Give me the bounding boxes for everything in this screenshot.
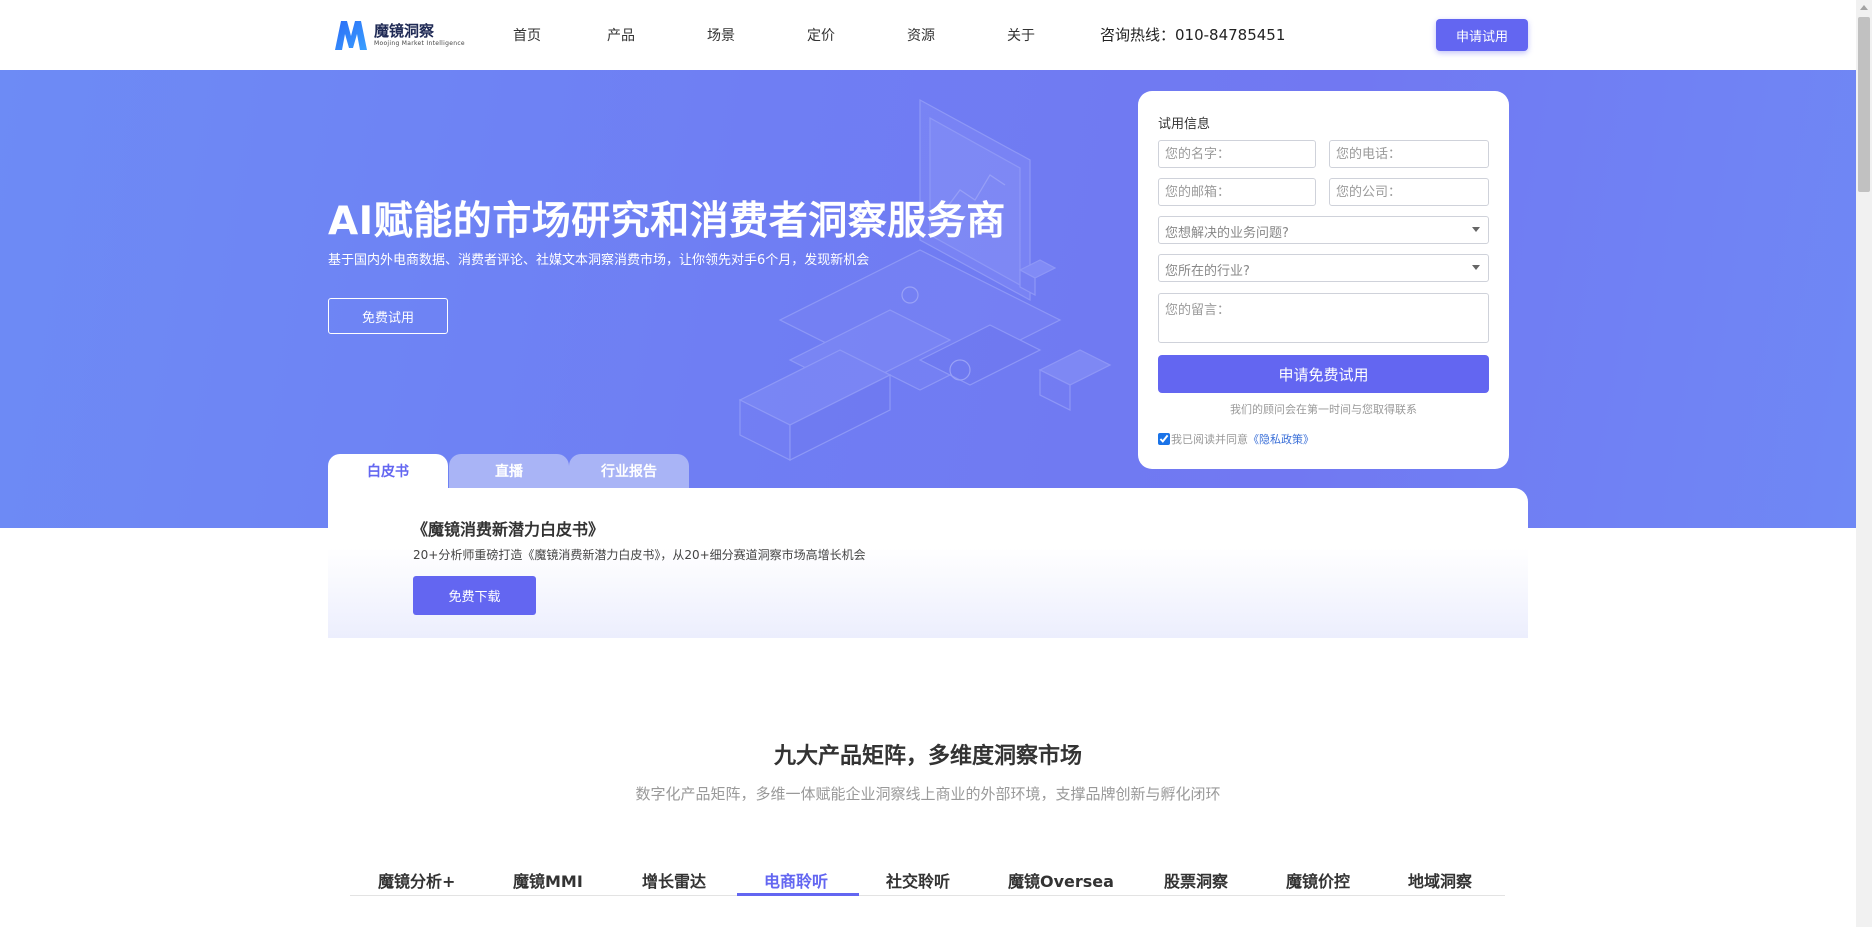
product-tab-social-listening[interactable]: 社交聆听 [886, 868, 950, 892]
agree-checkbox[interactable] [1158, 433, 1170, 445]
business-problem-value: 您想解决的业务问题? [1165, 226, 1289, 241]
industry-value: 您所在的行业? [1165, 264, 1250, 279]
product-tab-active-indicator [737, 893, 859, 896]
phone-input[interactable] [1329, 140, 1489, 168]
product-tab-price-control[interactable]: 魔镜价控 [1286, 868, 1350, 892]
logo-name: 魔镜洞察 [374, 22, 435, 40]
brand-logo[interactable]: 魔镜洞察 Moojing Market Intelligence [333, 18, 465, 52]
product-tab-analysis-plus[interactable]: 魔镜分析+ [378, 868, 455, 892]
nav-products[interactable]: 产品 [607, 25, 635, 45]
nav-about[interactable]: 关于 [1007, 25, 1035, 45]
dropdown-caret-icon [1472, 227, 1480, 232]
tab-whitepaper[interactable]: 白皮书 [328, 454, 448, 488]
tab-industry-report[interactable]: 行业报告 [569, 454, 689, 488]
form-note: 我们的顾问会在第一时间与您取得联系 [1230, 403, 1417, 416]
hero-banner: AI赋能的市场研究和消费者洞察服务商 基于国内外电商数据、消费者评论、社媒文本洞… [0, 70, 1856, 528]
whitepaper-title: 《魔镜消费新潜力白皮书》 [412, 520, 605, 539]
product-tab-regional-insight[interactable]: 地域洞察 [1408, 868, 1472, 892]
product-tab-ecommerce-listening[interactable]: 电商聆听 [764, 868, 828, 892]
whitepaper-card: 《魔镜消费新潜力白皮书》 20+分析师重磅打造《魔镜消费新潜力白皮书》，从20+… [328, 488, 1528, 638]
dropdown-caret-icon [1472, 265, 1480, 270]
submit-trial-button[interactable]: 申请免费试用 [1158, 355, 1489, 393]
page-scrollbar[interactable] [1856, 0, 1872, 927]
free-trial-button[interactable]: 免费试用 [328, 298, 448, 334]
whitepaper-description: 20+分析师重磅打造《魔镜消费新潜力白皮书》，从20+细分赛道洞察市场高增长机会 [413, 548, 866, 562]
nav-scenarios[interactable]: 场景 [707, 25, 735, 45]
product-tab-mmi[interactable]: 魔镜MMI [513, 868, 583, 892]
product-tab-oversea[interactable]: 魔镜Oversea [1008, 868, 1114, 892]
free-download-button[interactable]: 免费下载 [413, 576, 536, 615]
hotline-text: 咨询热线：010-84785451 [1100, 26, 1286, 44]
apply-trial-button[interactable]: 申请试用 [1436, 19, 1528, 51]
nav-home[interactable]: 首页 [513, 25, 541, 45]
trial-form: 试用信息 您想解决的业务问题? 您所在的行业? 申请免费试用 我们的顾问会在第一… [1138, 91, 1509, 469]
logo-m-icon [335, 21, 367, 50]
hero-title: AI赋能的市场研究和消费者洞察服务商 [328, 199, 1006, 244]
site-header: 魔镜洞察 Moojing Market Intelligence 首页 产品 场… [0, 0, 1856, 70]
product-tab-stock-insight[interactable]: 股票洞察 [1164, 868, 1228, 892]
products-section-title: 九大产品矩阵，多维度洞察市场 [773, 744, 1082, 769]
form-title: 试用信息 [1158, 117, 1211, 132]
email-input[interactable] [1158, 178, 1316, 206]
nav-resources[interactable]: 资源 [907, 25, 935, 45]
tab-live[interactable]: 直播 [449, 454, 569, 488]
product-tab-growth-radar[interactable]: 增长雷达 [642, 868, 706, 892]
name-input[interactable] [1158, 140, 1316, 168]
logo-tagline: Moojing Market Intelligence [374, 40, 465, 47]
scroll-up-arrow-icon[interactable] [1860, 5, 1868, 10]
company-input[interactable] [1329, 178, 1489, 206]
message-textarea[interactable] [1158, 293, 1489, 343]
industry-select[interactable]: 您所在的行业? [1158, 254, 1489, 282]
product-tabs-divider [350, 895, 1505, 896]
business-problem-select[interactable]: 您想解决的业务问题? [1158, 216, 1489, 244]
nav-pricing[interactable]: 定价 [807, 25, 835, 45]
isometric-illustration [738, 98, 1112, 461]
agree-row[interactable]: 我已阅读并同意 《隐私政策》 [1158, 431, 1314, 447]
products-section-subtitle: 数字化产品矩阵，多维一体赋能企业洞察线上商业的外部环境，支撑品牌创新与孵化闭环 [635, 785, 1221, 803]
agree-text: 我已阅读并同意 [1171, 433, 1248, 446]
privacy-policy-link[interactable]: 《隐私政策》 [1248, 431, 1314, 447]
scrollbar-thumb[interactable] [1858, 17, 1870, 192]
hero-subtitle: 基于国内外电商数据、消费者评论、社媒文本洞察消费市场，让你领先对手6个月，发现新… [328, 253, 870, 268]
